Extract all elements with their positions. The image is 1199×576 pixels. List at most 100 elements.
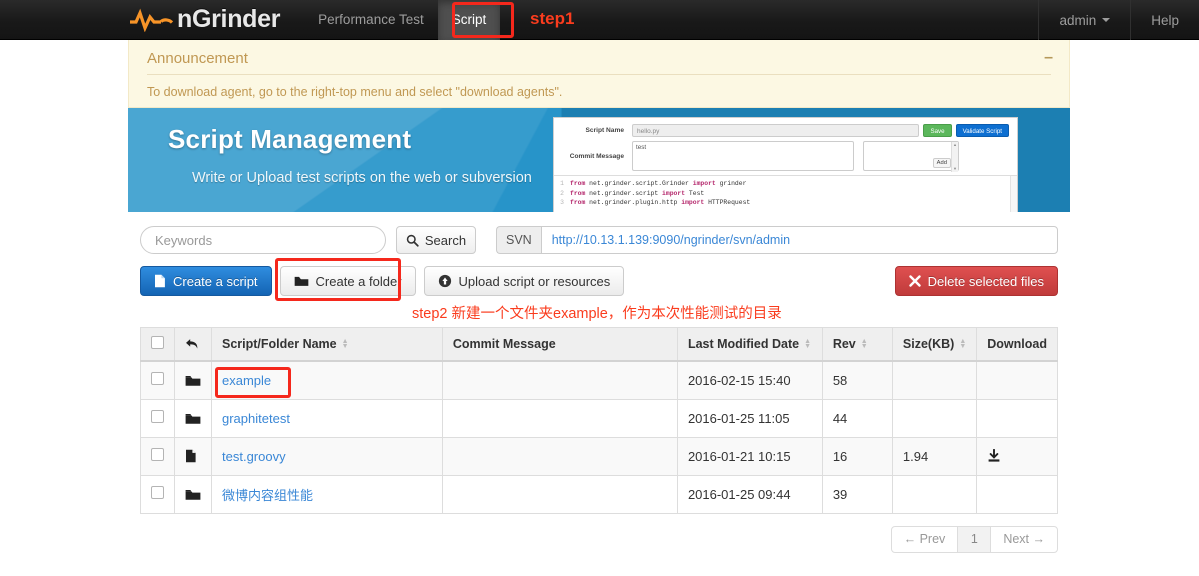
announcement-collapse-icon[interactable]: – [1044,50,1053,66]
row-size-cell [891,474,978,514]
toolbar-area: Keywords Search SVN http://10.13.1.139:9… [128,212,1070,323]
file-table-wrapper: Script/Folder Name ▲ ▼ Commit Message Las… [128,327,1070,514]
announcement-title: Announcement [147,50,1051,75]
code-tail: HTTPRequest [704,199,751,206]
name-column-header[interactable]: Script/Folder Name ▲ ▼ [211,327,443,362]
table-row[interactable]: graphitetest 2016-01-25 11:05 44 [140,398,1058,438]
row-name-cell: 微博内容组性能 [211,474,443,514]
row-download-cell [976,436,1058,476]
select-all-checkbox[interactable] [151,336,164,349]
code-keyword: from [570,189,586,197]
row-date-cell: 2016-02-15 15:40 [676,360,823,400]
scroll-up-icon: ▴ [953,142,957,147]
table-row[interactable]: 微博内容组性能 2016-01-25 09:44 39 [140,474,1058,514]
annotation-step2: step2 新建一个文件夹example，作为本次性能测试的目录 [412,306,782,322]
folder-icon [185,412,201,425]
code-keyword-2: import [662,189,686,197]
table-row[interactable]: test.groovy 2016-01-21 10:15 16 1.94 [140,436,1058,476]
row-rev-cell: 39 [821,474,893,514]
download-icon[interactable] [987,449,1047,463]
content-container: Announcement To download agent, go to th… [128,40,1070,553]
line-number: 2 [560,189,564,197]
rev-sort-control: Rev ▲ ▼ [833,337,868,351]
preview-script-name-label: Script Name [585,127,624,134]
sort-arrows-icon: ▲ ▼ [959,338,967,350]
table-row[interactable]: example 2016-02-15 15:40 58 [140,360,1058,400]
preview-validate-button: Validate Script [955,124,1009,137]
preview-commit-row: Commit Message test Add ▴ ▾ [554,139,1017,175]
row-download-cell [976,360,1058,400]
row-commit-cell [441,474,678,514]
brand-logo-link[interactable]: nGrinder [128,0,304,40]
preview-side-panel: Add ▴ ▾ [863,141,959,172]
svn-url-link[interactable]: http://10.13.1.139:9090/ngrinder/svn/adm… [540,226,1058,254]
preview-script-name-row: Script Name hello.py Save Validate Scrip… [554,118,1017,139]
file-table-body: example 2016-02-15 15:40 58 graphitetest… [140,360,1058,514]
table-header-row: Script/Folder Name ▲ ▼ Commit Message Las… [140,327,1058,362]
search-row: Keywords Search SVN http://10.13.1.139:9… [140,226,1058,254]
row-commit-cell [441,360,678,400]
preview-save-button: Save [923,124,952,137]
parent-folder-header [174,327,212,362]
preview-script-name-input: hello.py [632,124,920,137]
create-script-button[interactable]: Create a script [140,266,272,296]
search-button[interactable]: Search [396,226,476,254]
row-icon-cell [174,474,212,514]
row-checkbox[interactable] [151,448,164,461]
back-arrow-icon[interactable] [185,338,201,350]
navbar-left-group: nGrinder Performance Test Script [128,0,501,40]
pagination-next-button[interactable]: Next → [990,525,1058,553]
example-folder-highlight: example [214,366,292,398]
upload-script-button[interactable]: Upload script or resources [423,266,625,296]
pagination-prev-button[interactable]: ← Prev [890,525,959,553]
preview-commit-label: Commit Message [569,153,624,160]
page-banner: Script Management Write or Upload test s… [128,108,1070,212]
rev-column-header[interactable]: Rev ▲ ▼ [821,327,893,362]
preview-code-line: 2 from net.grinder.script import Test [554,189,1017,199]
row-commit-cell [441,398,678,438]
commit-column-label: Commit Message [452,337,556,351]
rev-column-label: Rev [832,337,856,351]
preview-code-line: 1 from net.grinder.script.Grinder import… [554,179,1017,189]
action-button-row: Create a script Create a folder Upload s… [140,258,1058,301]
code-keyword: from [570,180,586,187]
row-date-cell: 2016-01-21 10:15 [676,436,823,476]
row-checkbox[interactable] [151,410,164,423]
row-checkbox[interactable] [151,486,164,499]
script-editor-preview-image: Script Name hello.py Save Validate Scrip… [553,117,1018,212]
navbar-right-group: admin Help [1038,0,1199,40]
preview-code-area: 1 from net.grinder.script.Grinder import… [554,175,1017,212]
code-tail: Test [685,189,705,197]
file-name-link[interactable]: example [222,373,271,388]
row-commit-cell [441,436,678,476]
code-text: net.grinder.plugin.http [585,199,682,206]
row-rev-cell: 16 [821,436,893,476]
pagination-current-page[interactable]: 1 [958,525,991,553]
page-title: Script Management [168,124,412,154]
search-input[interactable]: Keywords [140,226,386,254]
nav-item-performance-test[interactable]: Performance Test [304,0,438,40]
date-column-header[interactable]: Last Modified Date ▲ ▼ [676,327,823,362]
select-all-header [140,327,175,362]
preview-side-scrollbar: ▴ ▾ [951,142,958,172]
search-button-label: Search [424,232,467,248]
folder-icon [185,374,201,387]
row-date-cell: 2016-01-25 09:44 [676,474,823,514]
row-select-cell [140,398,175,438]
size-column-header[interactable]: Size(KB) ▲ ▼ [891,327,978,362]
nav-item-help[interactable]: Help [1131,0,1199,40]
upload-circle-icon [438,274,452,288]
row-rev-cell: 44 [821,398,893,438]
nav-item-script[interactable]: Script [437,0,501,40]
preview-add-button: Add [932,158,951,168]
file-name-link[interactable]: test.groovy [222,449,286,464]
create-folder-button[interactable]: Create a folder [279,266,416,296]
code-text: net.grinder.script.Grinder [585,180,693,187]
row-checkbox[interactable] [151,372,164,386]
file-name-link[interactable]: graphitetest [222,411,290,426]
delete-selected-files-button[interactable]: Delete selected files [894,266,1058,296]
file-name-link[interactable]: 微博内容组性能 [222,488,313,503]
nav-item-user-menu[interactable]: admin [1039,0,1130,40]
announcement-body: To download agent, go to the right-top m… [147,85,563,99]
chevron-down-icon [1102,18,1111,22]
